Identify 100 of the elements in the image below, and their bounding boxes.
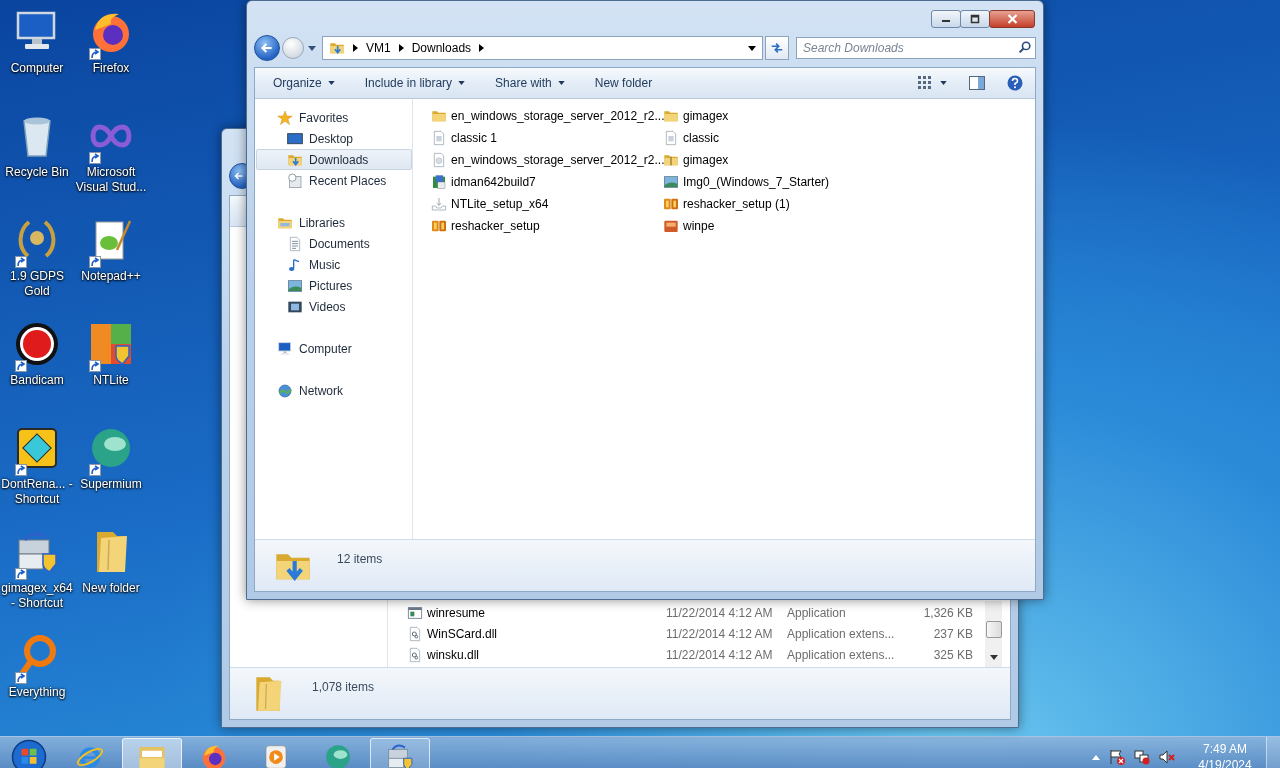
item-count: 12 items [337, 552, 383, 566]
nav-item[interactable]: Downloads [256, 149, 412, 170]
chevron-icon[interactable] [398, 44, 404, 52]
file-item[interactable]: reshacker_setup (1) [663, 193, 895, 215]
close-icon [1006, 14, 1018, 24]
app-window-icon [407, 604, 423, 621]
caret-icon[interactable] [940, 81, 947, 85]
desktop-icon-label[interactable]: Recycle Bin [1, 165, 73, 180]
show-hidden-icons-icon[interactable] [1092, 754, 1100, 760]
file-name[interactable]: WinSCard.dll [427, 626, 666, 641]
grid-view-icon [918, 76, 932, 90]
minimize-button[interactable] [931, 10, 961, 28]
desktop-icon [287, 130, 303, 147]
down-arrow-icon[interactable] [989, 655, 998, 660]
toolbar-button[interactable]: Organize [265, 72, 343, 94]
nav-item[interactable]: Network [256, 380, 412, 401]
nav-item[interactable]: Libraries [256, 212, 412, 233]
installer-icon [431, 174, 447, 190]
desktop-icon-label[interactable]: gimagex_x64 - Shortcut [1, 581, 73, 611]
sphere-logo-icon [323, 742, 353, 768]
file-type: Application extens... [787, 647, 896, 662]
dll-file-icon [407, 646, 423, 663]
nav-item[interactable]: Music [256, 254, 412, 275]
desktop-icon-label[interactable]: Everything [1, 685, 73, 700]
maximize-button[interactable] [960, 10, 990, 28]
app-logo-icon [663, 196, 679, 212]
flag-icon[interactable] [1109, 749, 1125, 765]
dll-file-icon [407, 625, 423, 642]
breadcrumb[interactable]: Downloads [411, 41, 472, 55]
taskbar-button[interactable] [370, 738, 430, 768]
download-tray-icon [431, 196, 447, 212]
file-name[interactable]: winsku.dll [427, 647, 666, 662]
file-name[interactable]: winresume [427, 605, 666, 620]
file-item[interactable]: gimagex [663, 149, 895, 171]
desktop-icon-label[interactable]: Firefox [75, 61, 147, 76]
desktop-icon-label[interactable]: NTLite [75, 373, 147, 388]
network-status-icon[interactable] [1134, 749, 1150, 765]
nav-item[interactable]: Documents [256, 233, 412, 254]
refresh-button[interactable] [765, 36, 789, 60]
file-item[interactable]: idman642build7 [431, 171, 663, 193]
folder-icon [431, 108, 447, 124]
nav-item[interactable]: Recent Places [256, 170, 412, 191]
date-modified: 11/22/2014 4:12 AM [666, 626, 774, 641]
desktop-icon-label[interactable]: Microsoft Visual Stud... [75, 165, 147, 195]
zip-folder-icon [663, 152, 679, 168]
recent-places-icon [287, 172, 303, 189]
file-type: Application [787, 605, 847, 620]
maximize-icon [970, 14, 980, 24]
desktop-icon-label[interactable]: Supermium [75, 477, 147, 492]
history-caret-icon[interactable] [308, 45, 316, 51]
chevron-icon[interactable] [479, 44, 485, 52]
nav-item[interactable]: Favorites [256, 107, 412, 128]
help-icon [1007, 75, 1023, 91]
dropdown-caret-icon[interactable] [748, 45, 756, 51]
refresh-icon [770, 41, 784, 55]
file-item[interactable]: classic 1 [431, 127, 663, 149]
computer-icon [277, 340, 293, 357]
downloads-folder-icon [329, 40, 345, 56]
file-item[interactable]: gimagex [663, 105, 895, 127]
toolbar-button[interactable]: Share with [487, 72, 573, 94]
file-item[interactable]: reshacker_setup [431, 215, 663, 237]
folder-icon [663, 108, 679, 124]
file-item[interactable]: en_windows_storage_server_2012_r2... [431, 105, 663, 127]
preview-pane-icon [969, 76, 985, 90]
chevron-icon[interactable] [353, 44, 358, 52]
search-field[interactable]: Search Downloads [796, 37, 1036, 59]
file-item[interactable]: winpe [663, 215, 895, 237]
file-item[interactable]: NTLite_setup_x64 [431, 193, 663, 215]
file-size: 1,326 KB [922, 605, 973, 620]
picture-icon [287, 277, 303, 294]
nav-item[interactable]: Computer [256, 338, 412, 359]
address-bar[interactable]: VM1 Downloads [322, 36, 763, 60]
item-count: 1,078 items [312, 680, 375, 694]
scrollbar[interactable] [985, 601, 1002, 667]
picture-icon [663, 174, 679, 190]
desktop-icon-label[interactable]: New folder [75, 581, 147, 596]
search-icon[interactable] [1018, 41, 1031, 54]
breadcrumb[interactable]: VM1 [366, 41, 391, 55]
file-item[interactable]: Img0_(Windows_7_Starter) [663, 171, 895, 193]
toolbar-button[interactable]: Include in library [356, 72, 474, 94]
nav-item[interactable]: Desktop [256, 128, 412, 149]
desktop-icon-label[interactable]: 1.9 GDPS Gold [1, 269, 73, 299]
file-item[interactable]: en_windows_storage_server_2012_r2... [431, 149, 663, 171]
nav-item[interactable]: Videos [256, 296, 412, 317]
desktop-icon-label[interactable]: DontRena... - Shortcut [1, 477, 73, 507]
back-button[interactable] [254, 35, 280, 61]
desktop-icon-label[interactable]: Computer [1, 61, 73, 76]
desktop-icon-label[interactable]: Notepad++ [75, 269, 147, 284]
volume-muted-icon[interactable] [1159, 749, 1175, 765]
file-item[interactable]: classic [663, 127, 895, 149]
star-icon [277, 109, 293, 126]
record-icon[interactable] [13, 320, 61, 368]
close-button[interactable] [989, 10, 1035, 28]
document-icon [287, 235, 303, 252]
nav-item[interactable]: Pictures [256, 275, 412, 296]
disc-file-icon [431, 152, 447, 168]
scrollbar-thumb[interactable] [985, 621, 1002, 638]
toolbar-button[interactable]: New folder [586, 72, 661, 94]
desktop-icon-label[interactable]: Bandicam [1, 373, 73, 388]
back-button[interactable] [229, 163, 246, 189]
